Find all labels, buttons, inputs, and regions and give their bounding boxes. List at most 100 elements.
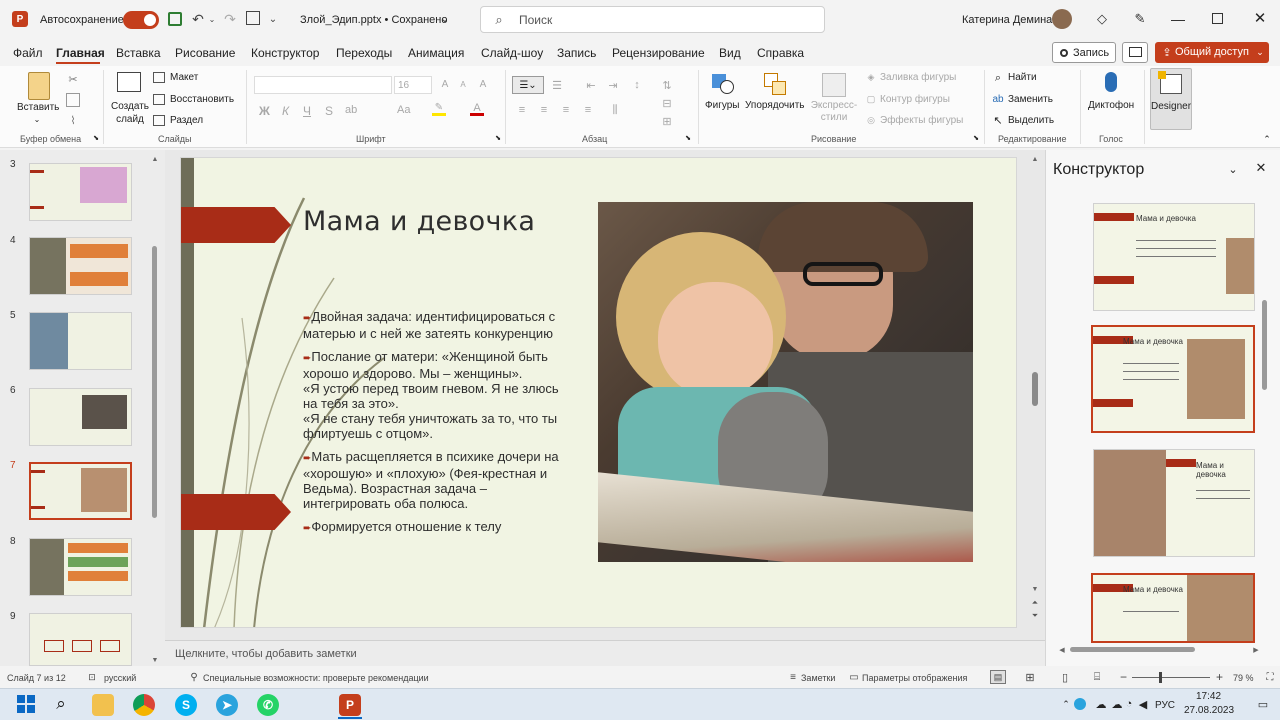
wifi-icon[interactable]: ◔ xyxy=(1122,697,1136,711)
align-right-icon[interactable]: ≡ xyxy=(559,104,573,116)
notes-area[interactable]: Щелкните, чтобы добавить заметки xyxy=(165,640,1045,666)
skype-icon[interactable]: S xyxy=(175,694,197,716)
align-center-icon[interactable]: ≡ xyxy=(537,104,551,116)
slide-thumbnail-9[interactable] xyxy=(29,613,132,666)
present-from-start-icon[interactable] xyxy=(246,11,260,25)
zoom-out-button[interactable]: − xyxy=(1120,670,1127,684)
previous-slide-icon[interactable]: ⏶ xyxy=(1030,598,1040,608)
powerpoint-taskbar-icon[interactable]: P xyxy=(339,694,361,716)
shrink-font-icon[interactable]: A xyxy=(456,77,470,91)
notes-toggle[interactable]: Заметки xyxy=(801,673,835,683)
shape-fill-button[interactable]: Заливка фигуры xyxy=(880,72,956,83)
keyboard-language[interactable]: РУС xyxy=(1155,700,1175,711)
justify-icon[interactable]: ≡ xyxy=(581,104,595,116)
scroll-down-icon[interactable]: ▼ xyxy=(150,655,160,665)
menu-design[interactable]: Конструктор xyxy=(251,46,319,60)
menu-animations[interactable]: Анимация xyxy=(408,46,464,60)
grow-font-icon[interactable]: A xyxy=(438,77,452,91)
language-status[interactable]: русский xyxy=(104,673,136,683)
accessibility-status[interactable]: Специальные возможности: проверьте реком… xyxy=(203,673,429,683)
menu-transitions[interactable]: Переходы xyxy=(336,46,392,60)
save-icon[interactable] xyxy=(168,12,182,26)
design-option-2[interactable]: Мама и девочка xyxy=(1091,325,1255,433)
menu-file[interactable]: Файл xyxy=(13,46,43,60)
notifications-icon[interactable]: ▭ xyxy=(1256,697,1270,711)
slide-counter[interactable]: Слайд 7 из 12 xyxy=(7,673,66,683)
cut-icon[interactable]: ✂ xyxy=(66,72,80,86)
search-box[interactable]: ⌕ Поиск xyxy=(480,6,825,33)
display-settings[interactable]: Параметры отображения xyxy=(862,673,967,683)
collapse-ribbon-icon[interactable]: ⌃ xyxy=(1262,134,1272,144)
close-icon[interactable]: ✕ xyxy=(1252,9,1268,27)
record-button[interactable]: Запись xyxy=(1052,42,1116,63)
designer-button[interactable]: Designer xyxy=(1150,68,1192,130)
slide-sorter-icon[interactable]: ⊞ xyxy=(1023,670,1037,684)
slide-thumbnail-7[interactable] xyxy=(29,462,132,520)
decrease-indent-icon[interactable]: ⇤ xyxy=(584,78,598,92)
telegram-icon[interactable]: ➤ xyxy=(216,694,238,716)
align-text-icon[interactable]: ⊟ xyxy=(660,97,674,110)
slide-thumbnail-6[interactable] xyxy=(29,388,132,446)
windows-start-icon[interactable] xyxy=(16,694,36,714)
slide-thumbnail-5[interactable] xyxy=(29,312,132,370)
minimize-icon[interactable]: — xyxy=(1170,10,1186,28)
avatar[interactable] xyxy=(1052,9,1072,29)
dictate-button[interactable]: Диктофон xyxy=(1086,70,1138,130)
slide-scrollbar[interactable] xyxy=(1032,372,1038,406)
shape-outline-button[interactable]: Контур фигуры xyxy=(880,94,950,105)
designer-vertical-scrollbar[interactable] xyxy=(1262,300,1267,390)
layout-button[interactable]: Макет xyxy=(170,72,198,83)
underline-button[interactable]: Ч xyxy=(303,104,311,118)
undo-icon[interactable]: ↶ xyxy=(190,10,206,28)
slide-thumbnail-3[interactable] xyxy=(29,163,132,221)
slide-thumbnail-8[interactable] xyxy=(29,538,132,596)
align-left-icon[interactable]: ≡ xyxy=(515,104,529,116)
slide-canvas[interactable]: Мама и девочка ➨Двойная задача: идентифи… xyxy=(180,157,1017,628)
zoom-level[interactable]: 79 % xyxy=(1233,673,1254,683)
numbering-icon[interactable]: ☰ xyxy=(550,78,564,92)
font-family-select[interactable] xyxy=(254,76,392,94)
whatsapp-icon[interactable]: ✆ xyxy=(257,694,279,716)
slide-photo[interactable] xyxy=(598,202,973,562)
file-title-chevron-icon[interactable]: ⌄ xyxy=(440,12,450,26)
clear-format-icon[interactable]: A xyxy=(476,77,490,91)
comments-button[interactable] xyxy=(1122,42,1148,63)
telegram-tray-icon[interactable] xyxy=(1074,698,1086,710)
pane-options-chevron-icon[interactable]: ⌄ xyxy=(1226,162,1240,176)
char-spacing-button[interactable]: ab xyxy=(345,104,357,116)
autosave-toggle[interactable] xyxy=(123,11,159,29)
highlight-icon[interactable]: ✎ xyxy=(432,102,446,116)
chrome-icon[interactable] xyxy=(133,694,155,716)
new-slide-button[interactable]: Создать слайд xyxy=(108,70,150,130)
replace-button[interactable]: Заменить xyxy=(1008,94,1053,105)
clock-time[interactable]: 17:42 xyxy=(1196,691,1221,702)
scroll-right-icon[interactable]: ▶ xyxy=(1252,645,1260,654)
restore-icon[interactable] xyxy=(1212,13,1223,24)
smartart-icon[interactable]: ⊞ xyxy=(660,115,674,128)
paste-button[interactable]: Вставить ⌄ xyxy=(14,70,62,130)
shape-effects-button[interactable]: Эффекты фигуры xyxy=(880,115,963,126)
spellcheck-icon[interactable]: ⊡ xyxy=(86,671,98,683)
user-name[interactable]: Катерина Демина xyxy=(962,14,1052,26)
zoom-in-button[interactable]: + xyxy=(1216,670,1223,684)
section-button[interactable]: Раздел xyxy=(170,115,203,126)
volume-icon[interactable]: ◀ xyxy=(1136,697,1150,711)
file-title[interactable]: Злой_Эдип.pptx • Сохранено xyxy=(300,14,448,26)
find-button[interactable]: Найти xyxy=(1008,72,1037,83)
reading-view-icon[interactable]: ▯ xyxy=(1058,670,1072,684)
menu-review[interactable]: Рецензирование xyxy=(612,46,705,60)
premium-diamond-icon[interactable]: ◇ xyxy=(1094,11,1110,27)
slide-title[interactable]: Мама и девочка xyxy=(303,206,535,237)
text-direction-icon[interactable]: ⇅ xyxy=(660,78,674,92)
shapes-button[interactable]: Фигуры xyxy=(704,70,744,130)
font-size-select[interactable]: 16 xyxy=(394,76,432,94)
normal-view-icon[interactable]: ▤ xyxy=(990,670,1006,684)
font-launcher-icon[interactable]: ⬊ xyxy=(494,134,502,142)
menu-view[interactable]: Вид xyxy=(719,46,741,60)
select-button[interactable]: Выделить xyxy=(1008,115,1054,126)
fit-to-window-icon[interactable]: ⛶ xyxy=(1264,671,1276,683)
quick-styles-button[interactable]: Экспресс-стили xyxy=(808,70,860,130)
bold-button[interactable]: Ж xyxy=(259,104,270,118)
scroll-left-icon[interactable]: ◀ xyxy=(1058,645,1066,654)
menu-insert[interactable]: Вставка xyxy=(116,46,161,60)
